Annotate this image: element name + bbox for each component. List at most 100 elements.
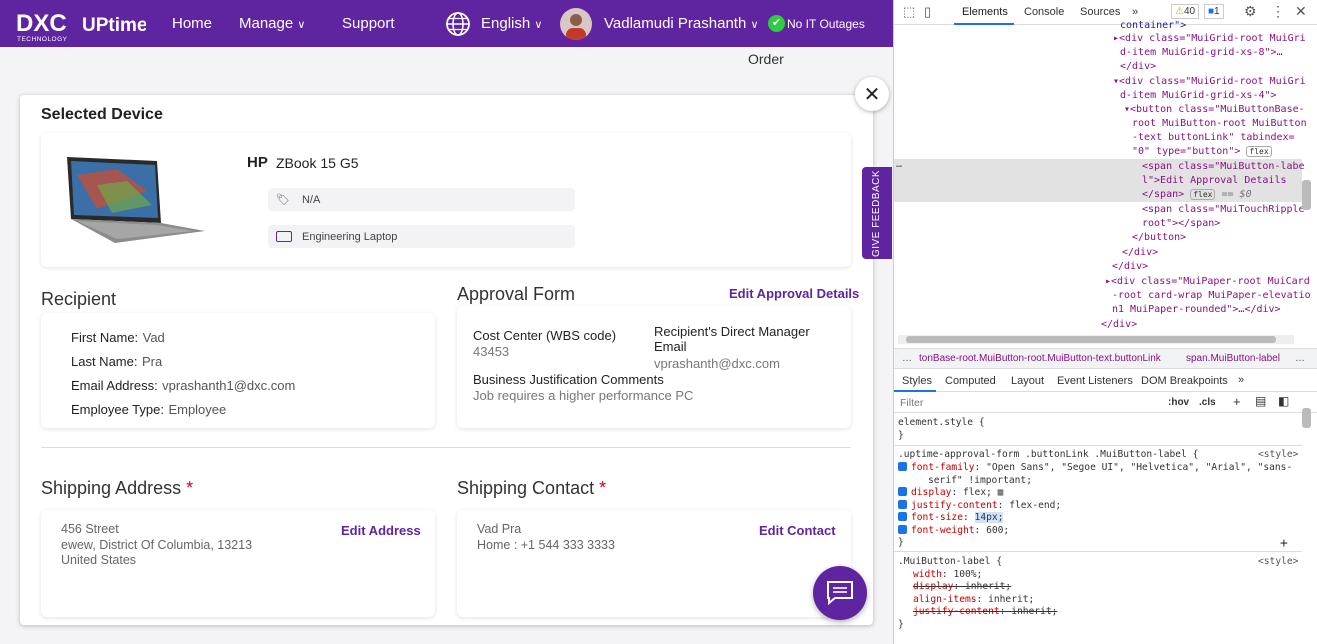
nav-home[interactable]: Home bbox=[172, 15, 212, 32]
chat-button[interactable] bbox=[813, 566, 867, 620]
tab-dom-breakpoints[interactable]: DOM Breakpoints bbox=[1141, 375, 1228, 387]
tab-computed[interactable]: Computed bbox=[945, 375, 996, 387]
address-line-2: ewew, District Of Columbia, 13213 bbox=[61, 537, 253, 552]
inspect-icon[interactable]: ⬚ bbox=[903, 4, 915, 20]
rule-muibutton-source[interactable]: <style> bbox=[1258, 556, 1298, 569]
checkbox-icon[interactable] bbox=[898, 500, 907, 509]
tab-layout[interactable]: Layout bbox=[1011, 375, 1044, 387]
more-style-tabs-icon[interactable]: » bbox=[1238, 374, 1244, 386]
language-selector[interactable]: English ∨ bbox=[481, 15, 542, 32]
dom-line[interactable]: ▸<div class="MuiPaper-root MuiCard bbox=[1105, 275, 1310, 289]
more-options-icon[interactable]: ⋮ bbox=[1271, 3, 1285, 20]
vertical-scrollbar-thumb[interactable] bbox=[1302, 180, 1311, 210]
edit-address-link[interactable]: Edit Address bbox=[341, 523, 421, 538]
nav-manage[interactable]: Manage ∨ bbox=[239, 15, 305, 32]
recipient-title: Recipient bbox=[41, 289, 117, 309]
css-property-overridden[interactable]: justify-content: inherit; bbox=[913, 606, 1057, 619]
justification-value: Job requires a higher performance PC bbox=[473, 388, 694, 403]
avatar[interactable] bbox=[560, 8, 592, 40]
nav-support[interactable]: Support bbox=[342, 15, 395, 32]
css-property[interactable]: align-items: inherit; bbox=[913, 594, 1034, 607]
gear-icon[interactable]: ⚙ bbox=[1244, 3, 1257, 20]
chevron-down-icon: ∨ bbox=[534, 19, 543, 31]
dom-line: <span class="MuiTouchRipple- bbox=[1142, 204, 1311, 215]
tab-sources[interactable]: Sources bbox=[1080, 6, 1120, 18]
ellipsis-icon[interactable]: … bbox=[896, 159, 902, 170]
breadcrumb-button[interactable]: tonBase-root.MuiButton-root.MuiButton-te… bbox=[919, 353, 1161, 364]
breadcrumb-ellipsis[interactable]: … bbox=[902, 353, 912, 364]
shipping-address-card: 456 Street ewew, District Of Columbia, 1… bbox=[41, 510, 435, 617]
globe-icon[interactable] bbox=[445, 11, 471, 42]
checkbox-icon[interactable] bbox=[898, 487, 907, 496]
dom-line-selected[interactable]: <span class="MuiButton-labe bbox=[1142, 160, 1305, 174]
devtools-tab-bar: ⬚ ▯ Elements Console Sources » ⚠40 ■1 ⚙ … bbox=[894, 0, 1317, 25]
device-category-value: Engineering Laptop bbox=[302, 230, 398, 243]
status-text: No IT Outages bbox=[787, 17, 865, 31]
brand-uptime-text: UPtime bbox=[82, 15, 146, 36]
checkbox-icon[interactable] bbox=[898, 462, 907, 471]
employee-type-value: Employee bbox=[168, 402, 227, 417]
device-brand: HP bbox=[247, 154, 268, 171]
manager-email-label: Recipient's Direct Manager Email bbox=[654, 324, 810, 354]
tab-event-listeners[interactable]: Event Listeners bbox=[1057, 375, 1133, 387]
checkbox-icon[interactable] bbox=[898, 512, 907, 521]
checkbox-icon[interactable] bbox=[898, 525, 907, 534]
scrollbar-thumb[interactable] bbox=[906, 336, 1276, 343]
paint-icon[interactable]: ▤ bbox=[1255, 394, 1266, 408]
more-tabs-icon[interactable]: » bbox=[1132, 6, 1138, 18]
email-value: vprashanth1@dxc.com bbox=[162, 378, 296, 393]
dom-line[interactable]: ▾<div class="MuiGrid-root MuiGri bbox=[1113, 75, 1306, 89]
hov-toggle[interactable]: :hov bbox=[1168, 397, 1189, 408]
close-devtools-icon[interactable]: ✕ bbox=[1295, 3, 1307, 20]
user-menu[interactable]: Vadlamudi Prashanth ∨ bbox=[604, 15, 759, 32]
tab-console[interactable]: Console bbox=[1024, 6, 1064, 18]
tab-elements[interactable]: Elements bbox=[962, 6, 1008, 18]
dom-line[interactable]: ▾<button class="MuiButtonBase- bbox=[1124, 103, 1305, 117]
recipient-card: First Name: Vad Last Name: Pra Email Add… bbox=[41, 313, 435, 428]
rule-buttonlink-source[interactable]: <style> bbox=[1258, 449, 1298, 462]
css-property[interactable]: display: flex; ▦ bbox=[898, 487, 1003, 500]
horizontal-scrollbar[interactable] bbox=[898, 335, 1294, 344]
close-dialog-button[interactable]: ✕ bbox=[855, 77, 889, 111]
dom-line[interactable]: ▸<div class="MuiGrid-root MuiGri bbox=[1113, 32, 1306, 46]
employee-type-label: Employee Type: bbox=[71, 402, 164, 417]
messages-badge[interactable]: ■1 bbox=[1204, 4, 1224, 19]
add-rule-icon[interactable]: + bbox=[1233, 394, 1241, 409]
warning-icon: ⚠ bbox=[1175, 6, 1184, 17]
dom-line: -text buttonLink" tabindex= bbox=[1132, 132, 1295, 143]
sidebar-toggle-icon[interactable]: ◧ bbox=[1278, 394, 1289, 408]
rule-buttonlink-selector: .uptime-approval-form .buttonLink .MuiBu… bbox=[898, 449, 1199, 460]
css-property-overridden[interactable]: display: inherit; bbox=[913, 581, 1011, 594]
edit-approval-details-link[interactable]: Edit Approval Details bbox=[729, 286, 859, 301]
dom-line: </div> bbox=[1112, 261, 1149, 272]
add-property-icon[interactable]: + bbox=[1280, 536, 1288, 551]
flex-badge[interactable]: flex bbox=[1246, 146, 1272, 157]
device-toolbar-icon[interactable]: ▯ bbox=[924, 4, 931, 20]
chat-icon bbox=[827, 581, 853, 606]
breadcrumb-span[interactable]: span.MuiButton-label bbox=[1186, 353, 1280, 364]
order-review-dialog: Selected Device HP ZBook 15 G5 🏷︎ N/A En… bbox=[20, 95, 873, 625]
dom-line-selected: </span> flex == $0 bbox=[1142, 189, 1252, 200]
css-property[interactable]: font-size: 14px; bbox=[898, 512, 1004, 525]
order-label: Order bbox=[748, 51, 784, 67]
give-feedback-tab[interactable]: GIVE FEEDBACK bbox=[862, 167, 892, 259]
edit-contact-link[interactable]: Edit Contact bbox=[759, 523, 836, 538]
dom-line: root"></span> bbox=[1142, 218, 1221, 229]
warnings-badge[interactable]: ⚠40 bbox=[1171, 4, 1200, 19]
styles-filter-input[interactable]: Filter bbox=[900, 397, 923, 409]
styles-scrollbar-thumb[interactable] bbox=[1302, 408, 1311, 428]
dxc-logo[interactable]: DXC TECHNOLOGY UPtime bbox=[16, 9, 147, 43]
flex-editor-icon[interactable]: ▦ bbox=[998, 487, 1004, 498]
flex-badge[interactable]: flex bbox=[1190, 189, 1216, 200]
css-property[interactable]: font-family: "Open Sans", "Segoe UI", "H… bbox=[898, 462, 1292, 475]
chevron-down-icon: ∨ bbox=[750, 19, 759, 31]
css-property[interactable]: width: 100%; bbox=[913, 569, 982, 582]
active-style-tab-indicator bbox=[894, 390, 936, 392]
css-property[interactable]: font-weight: 600; bbox=[898, 525, 1009, 538]
css-property[interactable]: justify-content: flex-end; bbox=[898, 500, 1061, 513]
cls-toggle[interactable]: .cls bbox=[1199, 397, 1216, 408]
breadcrumb-more[interactable]: … bbox=[1295, 353, 1305, 364]
top-navigation-bar: DXC TECHNOLOGY UPtime Home Manage ∨ Supp… bbox=[0, 0, 893, 47]
tab-styles[interactable]: Styles bbox=[902, 375, 932, 387]
building-icon bbox=[276, 231, 292, 242]
